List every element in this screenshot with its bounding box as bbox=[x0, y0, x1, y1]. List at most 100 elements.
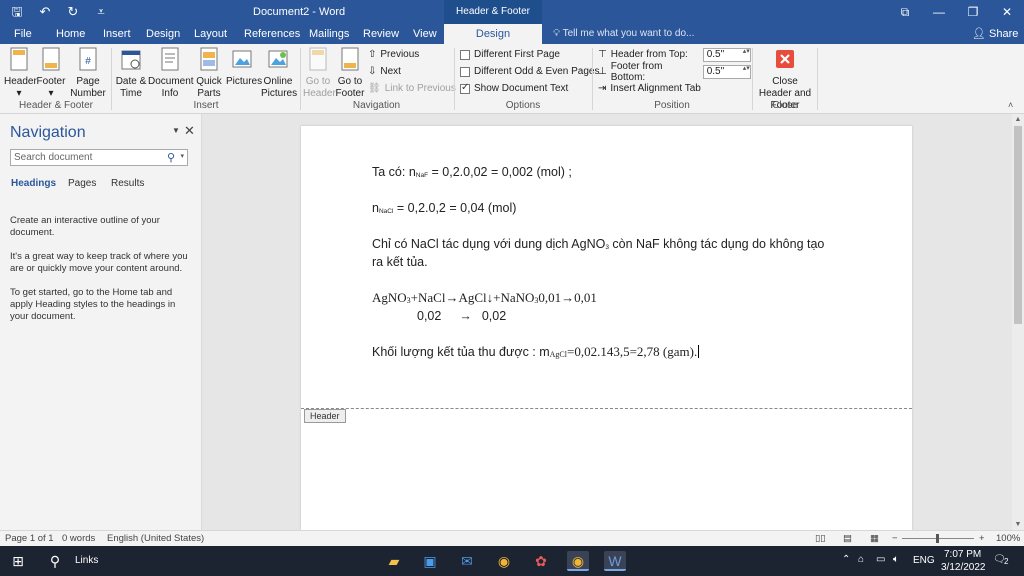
read-mode-icon[interactable]: ▯▯ bbox=[815, 533, 825, 544]
tab-view[interactable]: View bbox=[413, 24, 437, 44]
footer-from-bottom-input[interactable]: 0.5" bbox=[702, 64, 751, 79]
document-line: ra kết tủa. bbox=[372, 255, 428, 269]
document-page[interactable]: Ta có: nNaF = 0,2.0,02 = 0,002 (mol) ; n… bbox=[301, 126, 912, 530]
footer-icon bbox=[42, 47, 60, 71]
link-to-previous-button[interactable]: ⛓︎ Link to Previous bbox=[368, 81, 456, 96]
go-to-footer-button[interactable]: Go to Footer bbox=[335, 47, 365, 100]
document-area: Ta có: nNaF = 0,2.0,02 = 0,002 (mol) ; n… bbox=[203, 114, 1012, 530]
checkbox-unchecked-icon bbox=[460, 66, 470, 77]
tab-review[interactable]: Review bbox=[363, 24, 399, 44]
zoom-in-icon[interactable]: + bbox=[979, 533, 985, 544]
save-icon[interactable]: 🖫 bbox=[8, 3, 26, 21]
chrome-icon[interactable]: ◉ bbox=[493, 551, 515, 571]
web-layout-icon[interactable]: ▦ bbox=[870, 533, 879, 544]
tab-references[interactable]: References bbox=[244, 24, 300, 44]
zoom-out-icon[interactable]: − bbox=[892, 533, 898, 544]
go-to-header-button[interactable]: Go to Header bbox=[303, 47, 336, 100]
clock-date[interactable]: 3/12/2022 bbox=[941, 562, 986, 573]
redo-icon[interactable]: ↻ bbox=[64, 3, 82, 21]
customize-icon[interactable]: ⩡ bbox=[92, 3, 110, 21]
tab-header-footer-design[interactable]: Design bbox=[444, 24, 542, 44]
restore-icon[interactable]: ❐ bbox=[956, 0, 990, 24]
word-count[interactable]: 0 words bbox=[62, 533, 95, 544]
language-indicator[interactable]: English (United States) bbox=[107, 533, 204, 544]
input-language[interactable]: ENG bbox=[913, 555, 935, 566]
navigation-pane: Navigation ▼ ✕ Search document ⚲ ▾ Headi… bbox=[0, 114, 202, 530]
scroll-down-icon[interactable]: ▼ bbox=[1012, 521, 1024, 528]
previous-icon: ⇧ bbox=[368, 49, 377, 60]
document-info-button[interactable]: Document Info bbox=[148, 47, 194, 100]
scroll-thumb[interactable] bbox=[1014, 126, 1022, 324]
battery-icon[interactable]: ▭ bbox=[876, 554, 885, 565]
print-layout-icon[interactable]: ▤ bbox=[843, 533, 852, 544]
document-line: Khối lượng kết tủa thu được : mAgCl=0,02… bbox=[372, 344, 700, 359]
group-header-footer-label: Header & Footer bbox=[19, 100, 93, 111]
date-time-button[interactable]: Date & Time bbox=[115, 47, 147, 100]
tell-me-box[interactable]: 💡︎ Tell me what you want to do... bbox=[553, 24, 694, 44]
app-icon[interactable]: ✿ bbox=[530, 551, 552, 571]
vertical-scrollbar[interactable]: ▲ ▼ bbox=[1012, 114, 1024, 530]
share-button[interactable]: 👤︎ Share bbox=[972, 24, 1018, 44]
ratio-line: 0,02 → 0,02 bbox=[417, 309, 507, 323]
store-icon[interactable]: ▣ bbox=[419, 551, 441, 571]
network-icon[interactable]: ⌂ bbox=[858, 554, 864, 565]
header-position-icon: ⊤ bbox=[598, 49, 607, 60]
clock-time[interactable]: 7:07 PM bbox=[944, 549, 981, 560]
search-label[interactable]: Links bbox=[75, 555, 98, 566]
show-document-text-checkbox[interactable]: Show Document Text bbox=[460, 81, 568, 96]
nav-tab-headings[interactable]: Headings bbox=[11, 178, 56, 189]
page-number-button[interactable]: # Page Number bbox=[68, 47, 108, 100]
footer-button[interactable]: Footer ▾ bbox=[36, 47, 66, 100]
text-cursor bbox=[698, 345, 700, 358]
zoom-level[interactable]: 100% bbox=[996, 533, 1020, 544]
previous-button[interactable]: ⇧ Previous bbox=[368, 47, 419, 62]
undo-icon[interactable]: ↶ bbox=[36, 3, 54, 21]
tab-layout[interactable]: Layout bbox=[194, 24, 227, 44]
quick-parts-button[interactable]: Quick Parts bbox=[194, 47, 224, 100]
search-icon[interactable]: ⚲ bbox=[167, 151, 175, 164]
insert-alignment-tab-button[interactable]: ⇥ Insert Alignment Tab bbox=[598, 81, 701, 96]
tab-home[interactable]: Home bbox=[56, 24, 85, 44]
different-odd-even-checkbox[interactable]: Different Odd & Even Pages bbox=[460, 64, 599, 79]
title-bar: 🖫 ↶ ↻ ⩡ Document2 - Word Header & Footer… bbox=[0, 0, 1024, 41]
pane-close-icon[interactable]: ✕ bbox=[184, 123, 195, 139]
document-line: nNaCl = 0,2.0,2 = 0,04 (mol) bbox=[372, 201, 517, 215]
header-button[interactable]: Header ▾ bbox=[4, 47, 37, 100]
minimize-icon[interactable]: — bbox=[922, 0, 956, 24]
search-options-icon[interactable]: ▾ bbox=[180, 152, 184, 160]
page-count[interactable]: Page 1 of 1 bbox=[5, 533, 54, 544]
close-icon[interactable]: ✕ bbox=[990, 0, 1024, 24]
mail-icon[interactable]: ✉ bbox=[456, 551, 478, 571]
search-document-input[interactable]: Search document ⚲ ▾ bbox=[10, 149, 188, 166]
different-first-page-checkbox[interactable]: Different First Page bbox=[460, 47, 560, 62]
header-from-top-input[interactable]: 0.5" bbox=[702, 47, 751, 62]
nav-tab-pages[interactable]: Pages bbox=[68, 178, 96, 189]
group-options-label: Options bbox=[505, 100, 541, 111]
tab-insert[interactable]: Insert bbox=[103, 24, 131, 44]
pictures-button[interactable]: Pictures bbox=[226, 47, 262, 88]
file-explorer-icon[interactable]: ▰ bbox=[383, 551, 405, 571]
tab-design[interactable]: Design bbox=[146, 24, 180, 44]
chrome-icon-active[interactable]: ◉ bbox=[567, 551, 589, 571]
tab-mailings[interactable]: Mailings bbox=[309, 24, 349, 44]
tab-file[interactable]: File bbox=[14, 24, 32, 44]
zoom-slider-thumb[interactable] bbox=[936, 534, 939, 543]
scroll-up-icon[interactable]: ▲ bbox=[1012, 116, 1024, 123]
lightbulb-icon: 💡︎ bbox=[553, 28, 563, 39]
ribbon-display-icon[interactable]: ⧉ bbox=[888, 0, 922, 24]
tray-overflow-icon[interactable]: ⌃ bbox=[842, 554, 850, 565]
collapse-ribbon-icon[interactable]: ˄ bbox=[1008, 100, 1013, 110]
ribbon-tabs: File Home Insert Design Layout Reference… bbox=[0, 24, 1024, 44]
nav-help-text: To get started, go to the Home tab and a… bbox=[10, 287, 176, 322]
page-number-icon: # bbox=[79, 47, 97, 71]
next-button[interactable]: ⇩ Next bbox=[368, 64, 401, 79]
document-line: Chỉ có NaCl tác dụng với dung dịch AgNO3… bbox=[372, 237, 825, 251]
online-pictures-button[interactable]: Online Pictures bbox=[261, 47, 297, 100]
start-windows-icon[interactable]: ⊞ bbox=[7, 551, 29, 571]
search-icon[interactable]: ⚲ bbox=[44, 551, 66, 571]
pane-options-icon[interactable]: ▼ bbox=[172, 126, 180, 135]
nav-tab-results[interactable]: Results bbox=[111, 178, 144, 189]
header-boundary bbox=[301, 408, 912, 409]
volume-icon[interactable]: 🔈︎ bbox=[893, 554, 899, 565]
word-icon[interactable]: W bbox=[604, 551, 626, 571]
